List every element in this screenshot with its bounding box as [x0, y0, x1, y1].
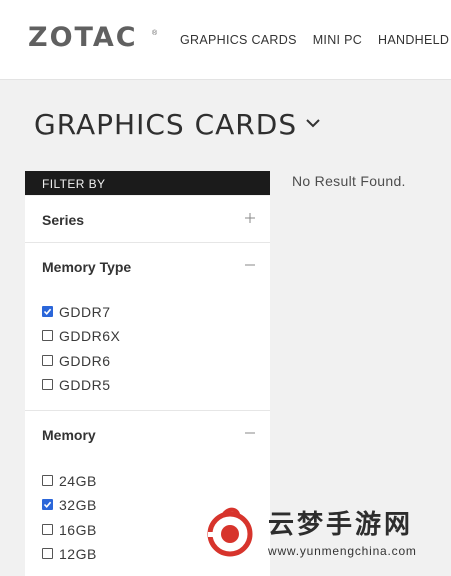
checkbox[interactable]: [42, 475, 53, 486]
filter-section-memory-title[interactable]: Memory: [42, 427, 96, 443]
expand-plus-icon[interactable]: [244, 212, 256, 224]
nav-graphics-cards[interactable]: GRAPHICS CARDS: [180, 33, 297, 47]
option-label: GDDR7: [59, 304, 111, 320]
checkbox[interactable]: [42, 330, 53, 341]
nav-handheld[interactable]: HANDHELD: [378, 33, 449, 47]
option-label: 12GB: [59, 546, 97, 562]
option-label: 32GB: [59, 497, 97, 513]
checkbox[interactable]: [42, 524, 53, 535]
page-title[interactable]: GRAPHICS CARDS: [34, 108, 297, 141]
section-divider: [25, 242, 270, 243]
option-label: GDDR5: [59, 377, 111, 393]
checkbox[interactable]: [42, 379, 53, 390]
collapse-minus-icon[interactable]: [244, 259, 256, 271]
filter-section-memory-type-title[interactable]: Memory Type: [42, 259, 131, 275]
watermark-title: 云梦手游网: [268, 509, 414, 539]
registered-mark: ®: [152, 30, 158, 37]
option-label: GDDR6: [59, 353, 111, 369]
option-label: GDDR6X: [59, 328, 121, 344]
option-label: 16GB: [59, 522, 97, 538]
filter-section-series-title[interactable]: Series: [42, 212, 84, 228]
top-navigation-bar: ZOTAC ® GRAPHICS CARDS MINI PC HANDHELD: [0, 0, 451, 80]
collapse-minus-icon[interactable]: [244, 427, 256, 439]
main-nav: GRAPHICS CARDS MINI PC HANDHELD: [180, 31, 451, 49]
nav-mini-pc[interactable]: MINI PC: [313, 33, 362, 47]
yunmeng-logo-icon: [207, 507, 253, 557]
no-result-message: No Result Found.: [292, 173, 406, 189]
watermark-url: www.yunmengchina.com: [268, 544, 417, 558]
checkbox[interactable]: [42, 355, 53, 366]
checkbox-checked[interactable]: [42, 306, 53, 317]
filter-by-header: FILTER BY: [25, 171, 270, 195]
chevron-down-icon[interactable]: [304, 116, 322, 130]
watermark: 云梦手游网 www.yunmengchina.com: [198, 500, 451, 566]
checkbox-checked[interactable]: [42, 499, 53, 510]
zotac-logo[interactable]: ZOTAC: [28, 22, 138, 54]
section-divider: [25, 410, 270, 411]
checkbox[interactable]: [42, 548, 53, 559]
option-label: 24GB: [59, 473, 97, 489]
